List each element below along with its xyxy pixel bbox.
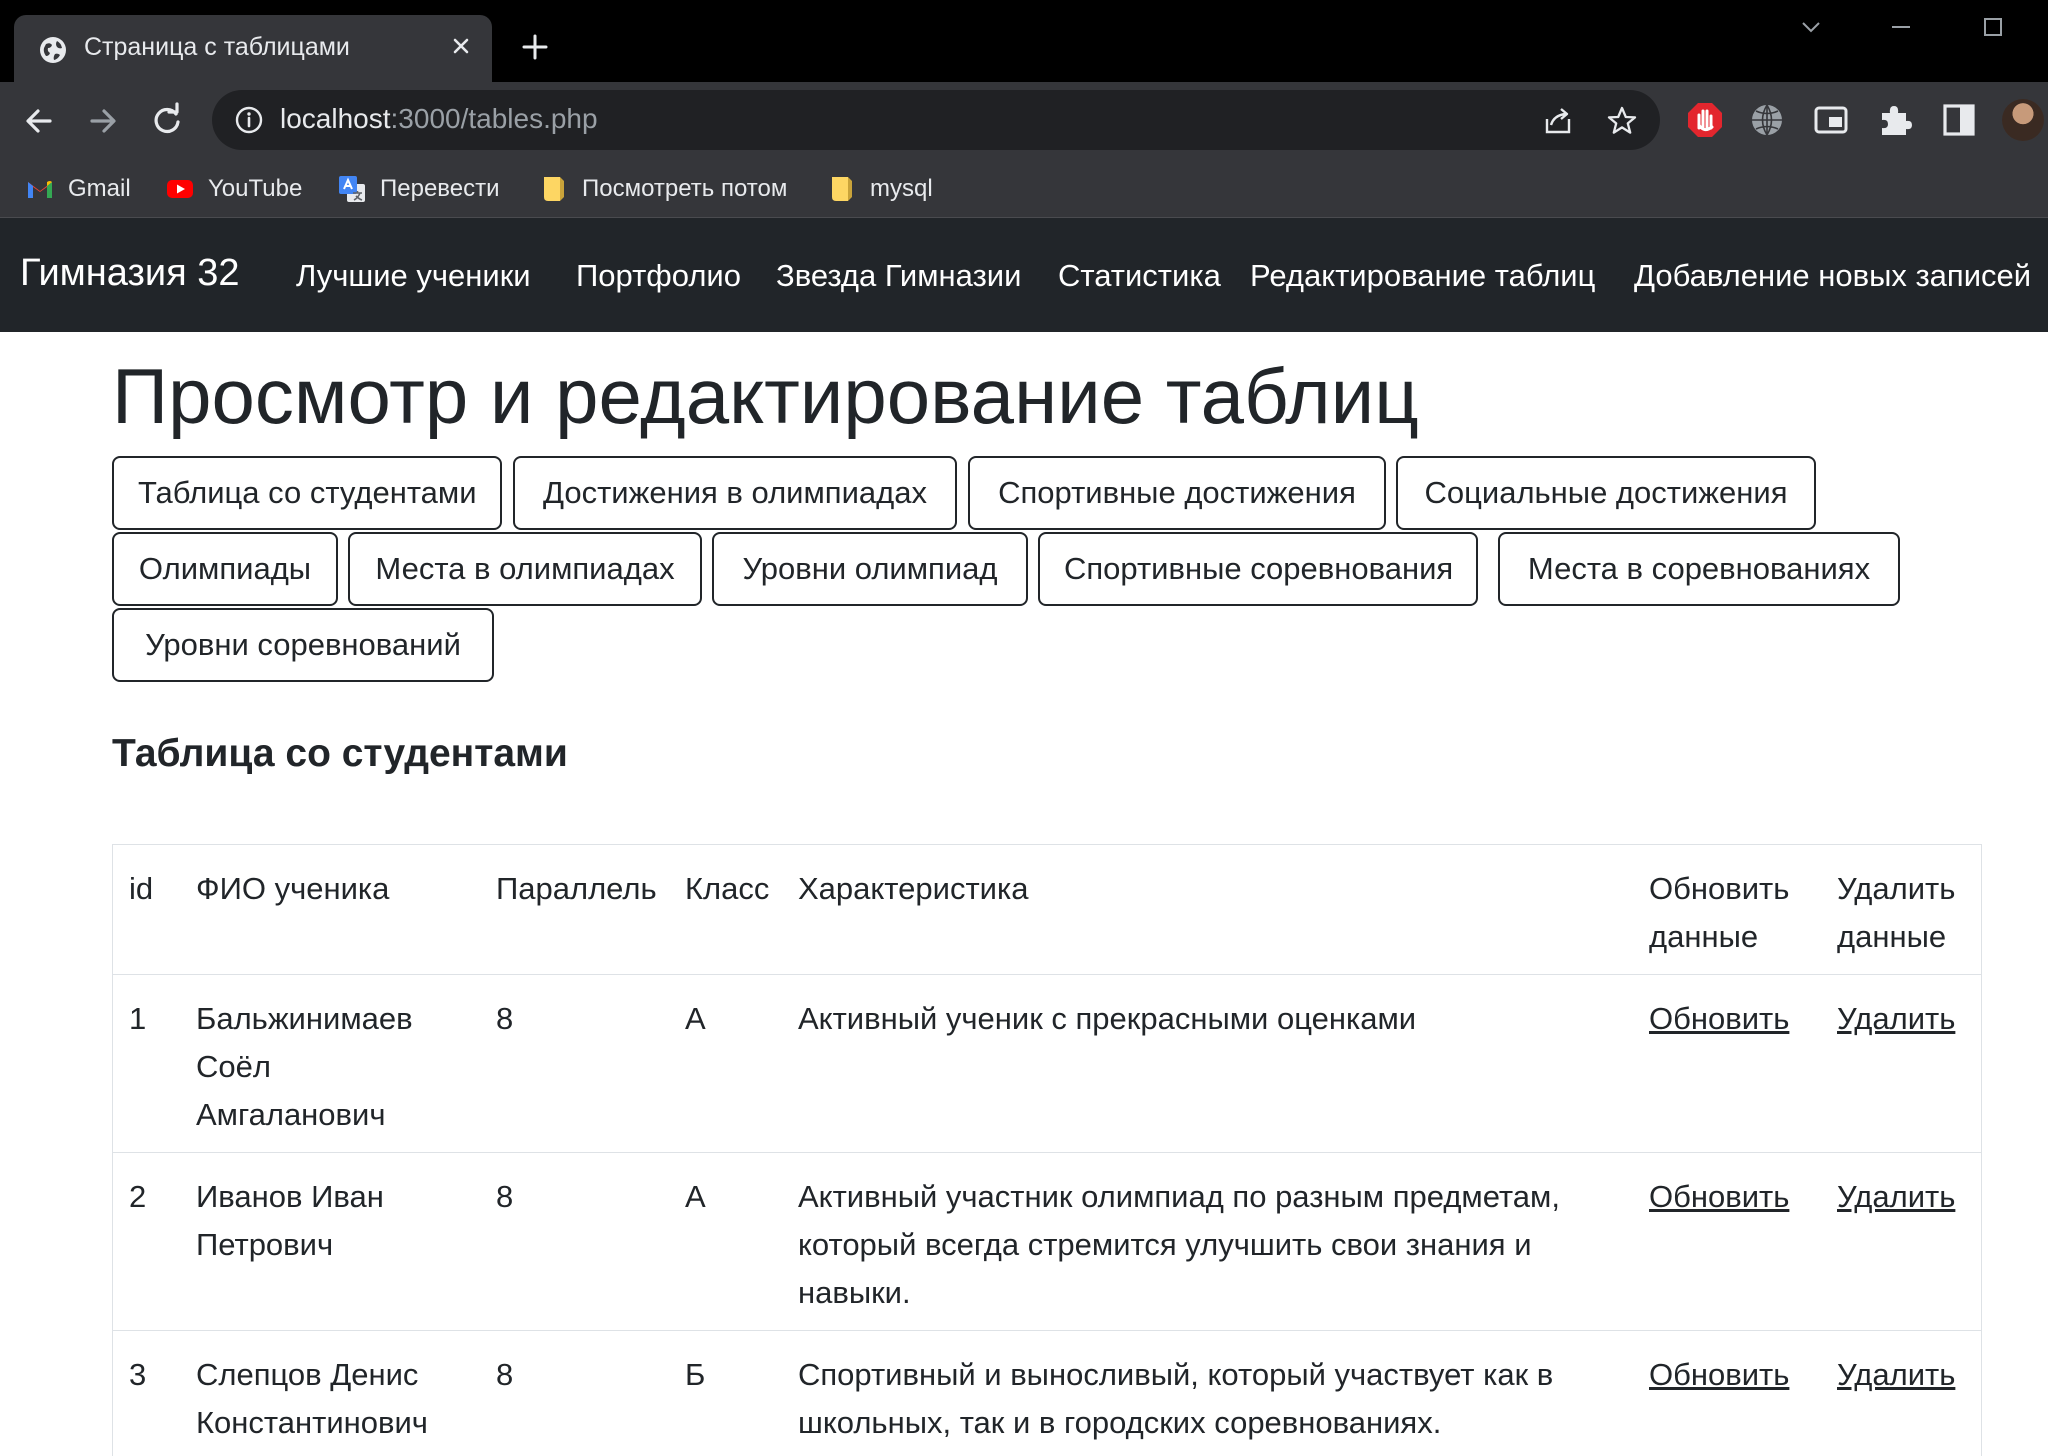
delete-link[interactable]: Удалить [1837, 1179, 1955, 1214]
table-row: 3 Слепцов Денис Константинович 8 Б Спорт… [113, 1331, 1981, 1456]
nav-link-best-students[interactable]: Лучшие ученики [296, 258, 531, 294]
translate-icon [339, 176, 365, 202]
cell-name: Слепцов Денис Константинович [196, 1357, 428, 1440]
vpn-globe-icon[interactable] [1748, 101, 1786, 139]
minimize-icon[interactable] [1886, 12, 1916, 42]
cell-update: Обновить [1649, 995, 1789, 1043]
cell-name: Бальжинимаев Соёл Амгаланович [196, 1001, 413, 1132]
reload-icon[interactable] [146, 100, 188, 142]
info-icon[interactable] [234, 105, 264, 135]
maximize-icon[interactable] [1978, 12, 2008, 42]
bookmark-mysql-folder[interactable]: mysql [828, 166, 933, 212]
bookmarks-bar: Gmail YouTube Перевести Посмотреть потом… [0, 160, 2048, 218]
cell-id: 3 [129, 1357, 147, 1392]
back-arrow-icon[interactable] [18, 100, 60, 142]
site-navbar: Гимназия 32 Лучшие ученики Портфолио Зве… [0, 218, 2048, 332]
cell-update: Обновить [1649, 1173, 1789, 1221]
folder-icon [544, 177, 564, 201]
olympiad-places-button[interactable]: Места в олимпиадах [348, 532, 702, 606]
globe-icon [40, 37, 66, 63]
cell-id: 1 [129, 1001, 147, 1036]
picture-in-picture-icon[interactable] [1812, 101, 1850, 139]
extensions-puzzle-icon[interactable] [1876, 101, 1914, 139]
bookmark-label: mysql [870, 175, 933, 202]
nav-link-add-records[interactable]: Добавление новых записей [1634, 258, 2031, 294]
update-link[interactable]: Обновить [1649, 1001, 1789, 1036]
students-table: id ФИО ученика Параллель Класс Характери… [112, 844, 1982, 1456]
bookmark-label: Gmail [68, 175, 131, 202]
cell-id: 2 [129, 1179, 147, 1214]
bookmark-label: Перевести [380, 175, 500, 202]
bookmark-label: YouTube [208, 175, 303, 202]
browser-toolbar: localhost:3000/tables.php [0, 82, 2048, 160]
new-tab-plus-icon[interactable] [520, 32, 550, 62]
profile-avatar[interactable] [2002, 99, 2044, 141]
update-link[interactable]: Обновить [1649, 1179, 1789, 1214]
cell-parallel: 8 [496, 1001, 514, 1036]
cell-name: Иванов Иван Петрович [196, 1179, 384, 1262]
bookmark-gmail[interactable]: Gmail [26, 166, 131, 212]
nav-link-table-editing[interactable]: Редактирование таблиц [1250, 258, 1595, 294]
tab-title: Страница с таблицами [84, 33, 350, 61]
page-title: Просмотр и редактирование таблиц [112, 352, 1419, 440]
olympiad-levels-button[interactable]: Уровни олимпиад [712, 532, 1028, 606]
column-header-name: ФИО ученика [196, 871, 390, 906]
nav-link-statistics[interactable]: Статистика [1058, 258, 1221, 294]
column-header-delete: Удалить данные [1837, 871, 1956, 954]
gmail-icon [28, 181, 52, 198]
folder-icon [832, 177, 852, 201]
column-header-parallel: Параллель [496, 871, 657, 906]
delete-link[interactable]: Удалить [1837, 1357, 1955, 1392]
section-title: Таблица со студентами [112, 732, 568, 775]
cell-delete: Удалить [1837, 1173, 1955, 1221]
chevron-down-icon[interactable] [1796, 12, 1826, 42]
column-header-description: Характеристика [798, 871, 1029, 906]
cell-class: Б [685, 1357, 706, 1392]
cell-description: Спортивный и выносливый, который участву… [798, 1357, 1554, 1440]
sport-competitions-button[interactable]: Спортивные соревнования [1038, 532, 1478, 606]
delete-link[interactable]: Удалить [1837, 1001, 1955, 1036]
students-table-button[interactable]: Таблица со студентами [112, 456, 502, 530]
bookmark-youtube[interactable]: YouTube [166, 166, 302, 212]
column-header-class: Класс [685, 871, 770, 906]
cell-delete: Удалить [1837, 1351, 1955, 1399]
navbar-brand[interactable]: Гимназия 32 [20, 252, 240, 295]
cell-description: Активный участник олимпиад по разным пре… [798, 1179, 1560, 1310]
address-bar[interactable]: localhost:3000/tables.php [212, 90, 1660, 150]
side-panel-icon[interactable] [1940, 101, 1978, 139]
bookmark-watch-later-folder[interactable]: Посмотреть потом [540, 166, 787, 212]
browser-tab[interactable]: Страница с таблицами [14, 15, 492, 82]
star-icon[interactable] [1606, 105, 1638, 137]
cell-update: Обновить [1649, 1351, 1789, 1399]
competition-places-button[interactable]: Места в соревнованиях [1498, 532, 1900, 606]
cell-parallel: 8 [496, 1179, 514, 1214]
cell-class: А [685, 1179, 706, 1214]
column-header-update: Обновить данные [1649, 871, 1790, 954]
olympiad-achievements-button[interactable]: Достижения в олимпиадах [513, 456, 957, 530]
youtube-icon [167, 180, 193, 198]
close-icon[interactable] [446, 31, 476, 61]
table-row: 2 Иванов Иван Петрович 8 А Активный учас… [113, 1153, 1981, 1331]
social-achievements-button[interactable]: Социальные достижения [1396, 456, 1816, 530]
nav-link-portfolio[interactable]: Портфолио [576, 258, 741, 294]
cell-class: А [685, 1001, 706, 1036]
browser-tab-bar: Страница с таблицами [0, 0, 2048, 82]
table-row: 1 Бальжинимаев Соёл Амгаланович 8 А Акти… [113, 975, 1981, 1153]
share-icon[interactable] [1542, 105, 1574, 137]
table-header-row: id ФИО ученика Параллель Класс Характери… [113, 845, 1981, 975]
update-link[interactable]: Обновить [1649, 1357, 1789, 1392]
cell-parallel: 8 [496, 1357, 514, 1392]
adblock-icon[interactable] [1686, 101, 1724, 139]
nav-link-gymnasium-star[interactable]: Звезда Гимназии [776, 258, 1021, 294]
forward-arrow-icon[interactable] [82, 100, 124, 142]
cell-delete: Удалить [1837, 995, 1955, 1043]
bookmark-label: Посмотреть потом [582, 175, 788, 202]
sport-achievements-button[interactable]: Спортивные достижения [968, 456, 1386, 530]
cell-description: Активный ученик с прекрасными оценками [798, 1001, 1417, 1036]
column-header-id: id [129, 871, 154, 906]
olympiads-button[interactable]: Олимпиады [112, 532, 338, 606]
competition-levels-button[interactable]: Уровни соревнований [112, 608, 494, 682]
bookmark-translate[interactable]: Перевести [338, 166, 500, 212]
url-text[interactable]: localhost:3000/tables.php [280, 103, 598, 135]
